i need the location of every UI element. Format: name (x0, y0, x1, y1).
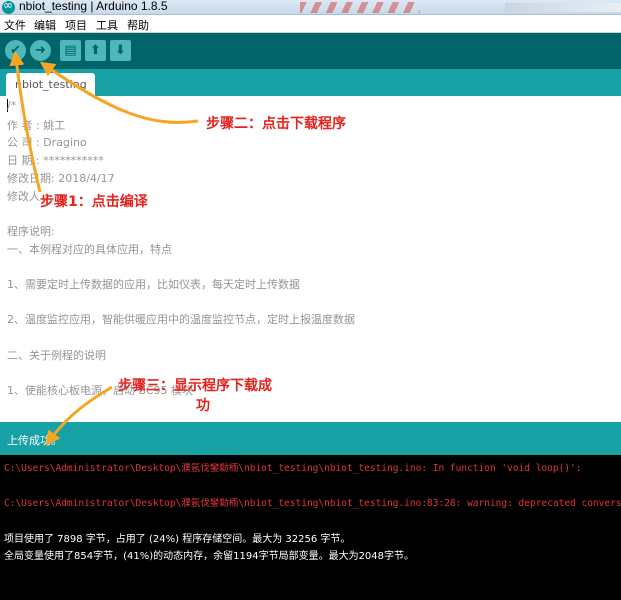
menu-tools[interactable]: 工具 (96, 17, 118, 33)
upload-button[interactable]: ➜ (30, 40, 51, 61)
annotation-step2: 步骤二：点击下载程序 (206, 116, 346, 132)
console-error-line: C:\Users\Administrator\Desktop\濮氬伐鐢勬栭\nb… (4, 498, 621, 509)
code-line: 二、关于例程的说明 (7, 348, 106, 362)
code-line: 程序说明: (7, 224, 55, 238)
down-arrow-icon: ⬇ (115, 43, 126, 58)
code-line: 公 司 : Dragino (7, 136, 87, 150)
code-line: 1、需要定时上传数据的应用，比如仪表，每天定时上传数据 (7, 278, 300, 291)
menu-sketch[interactable]: 项目 (65, 17, 87, 33)
annotation-step1: 步骤1：点击编译 (40, 194, 148, 210)
toolbar: ✔ ➜ ▤ ⬆ ⬇ (0, 33, 621, 69)
console-info-line: 项目使用了 7898 字节，占用了 (24%) 程序存储空间。最大为 32256… (4, 534, 351, 545)
status-bar: 上传成功。 (0, 422, 621, 455)
menu-file[interactable]: 文件 (4, 17, 26, 33)
code-editor[interactable]: /* 作 者 : 姚工公 司 : Dragino 日 期 : ***********… (0, 96, 621, 422)
console-info-line: 全局变量使用了854字节，(41%)的动态内存，余留1194字节局部变量。最大为… (4, 551, 415, 562)
title-bar-fill (505, 3, 621, 12)
annotation-step3: 步骤三：显示程序下载成 (118, 378, 272, 394)
tab-strip: nbiot_testing (0, 69, 621, 96)
code-line: 修改日期: 2018/4/17 (7, 171, 115, 185)
arduino-infinity-icon (2, 0, 15, 14)
tab-nbiot-testing[interactable]: nbiot_testing (6, 73, 95, 96)
code-line: 作 者 : 姚工 (7, 118, 66, 132)
code-line: 日 期 : *********** (7, 154, 104, 168)
code-line: /* (7, 99, 17, 112)
code-line: 一、本例程对应的具体应用，特点 (7, 242, 172, 256)
title-bar: nbiot_testing | Arduino 1.8.5 (0, 0, 621, 15)
right-arrow-icon: ➜ (35, 43, 46, 58)
status-message: 上传成功。 (7, 434, 62, 447)
menu-help[interactable]: 帮助 (127, 17, 149, 33)
new-file-icon: ▤ (64, 43, 77, 58)
annotation-step3-cont: 功 (196, 398, 210, 414)
code-line: 2、温度监控应用，智能供暖应用中的温度监控节点，定时上报温度数据 (7, 313, 355, 327)
background-decoration (300, 2, 420, 13)
menu-bar: 文件 编辑 项目 工具 帮助 (0, 15, 621, 33)
window-title: nbiot_testing | Arduino 1.8.5 (19, 0, 168, 13)
menu-edit[interactable]: 编辑 (34, 17, 56, 33)
open-button[interactable]: ⬆ (85, 40, 106, 61)
checkmark-icon: ✔ (10, 43, 21, 58)
output-console[interactable]: C:\Users\Administrator\Desktop\濮氬伐鐢勬栭\nb… (0, 455, 621, 600)
new-button[interactable]: ▤ (60, 40, 81, 61)
console-error-line: C:\Users\Administrator\Desktop\濮氬伐鐢勬栭\nb… (4, 463, 582, 474)
up-arrow-icon: ⬆ (90, 43, 101, 58)
verify-button[interactable]: ✔ (5, 40, 26, 61)
save-button[interactable]: ⬇ (110, 40, 131, 61)
